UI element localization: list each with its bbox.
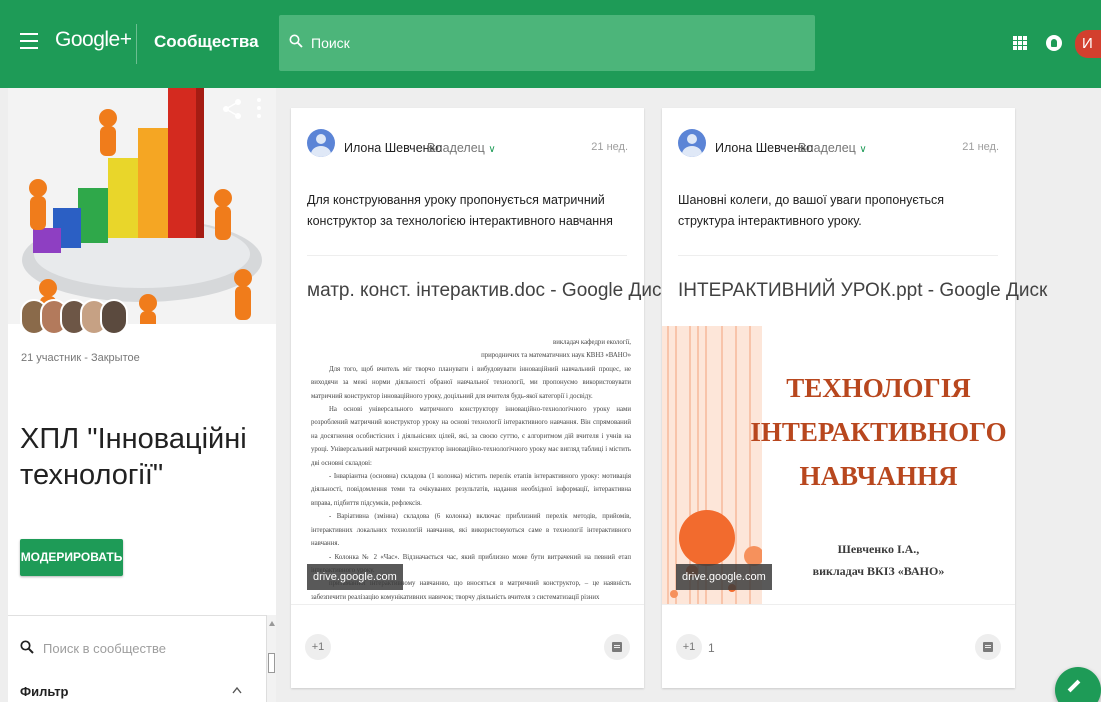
moderate-button[interactable]: МОДЕРИРОВАТЬ <box>20 539 123 576</box>
hamburger-menu-icon[interactable] <box>20 33 38 49</box>
source-badge[interactable]: drive.google.com <box>676 564 772 590</box>
link-title[interactable]: ІНТЕРАКТИВНИЙ УРОК.ppt - Google Диск <box>678 280 1047 302</box>
post-card: Илона Шевченко Владелец ∨ 21 нед. Шановн… <box>662 108 1047 688</box>
google-plus-logo[interactable]: Google+ <box>55 28 132 52</box>
slide-title-line: ТЕХНОЛОГІЯ <box>786 373 971 403</box>
search-box[interactable]: Поиск <box>279 15 815 71</box>
community-search-input[interactable] <box>43 637 243 659</box>
plus-one-count: 1 <box>708 641 715 655</box>
slide-author: Шевченко І.А., викладач ВКІЗ «ВАНО» <box>742 538 1015 582</box>
chevron-down-icon: ∨ <box>859 144 867 155</box>
scrollbar-thumb[interactable] <box>268 653 275 673</box>
doc-paragraph: На основі універсального матричного конс… <box>311 406 631 467</box>
doc-paragraph: - Варіативна (змінна) складова (6 колонк… <box>311 513 631 548</box>
doc-paragraph: - Інваріантна (основна) складова (1 коло… <box>311 473 631 507</box>
section-title[interactable]: Сообщества <box>154 32 259 52</box>
document-preview[interactable]: викладач кафедри екології, природничих т… <box>291 326 644 604</box>
scrollbar[interactable] <box>266 615 276 702</box>
notifications-icon[interactable] <box>1046 35 1062 51</box>
post-role[interactable]: Владелец ∨ <box>427 141 496 155</box>
post-card: Илона Шевченко Владелец ∨ 21 нед. Для ко… <box>291 108 670 688</box>
member-count[interactable]: 21 участник - Закрытое <box>21 352 140 364</box>
divider <box>8 615 266 616</box>
create-post-button[interactable] <box>1055 667 1101 702</box>
link-title[interactable]: матр. конст. інтерактив.doc - Google Дис… <box>307 280 670 302</box>
doc-line: природничих та математичних наук КВНЗ «В… <box>481 352 631 360</box>
divider <box>662 604 1015 605</box>
pencil-icon <box>1067 679 1081 693</box>
slide-title: ТЕХНОЛОГІЯ ІНТЕРАКТИВНОГО НАВЧАННЯ <box>742 366 1015 498</box>
community-title: ХПЛ "Інноваційні технології" <box>20 423 247 491</box>
role-label: Владелец <box>798 141 856 155</box>
doc-line: викладач кафедри екології, <box>553 339 631 346</box>
post-time[interactable]: 21 нед. <box>591 141 628 153</box>
author-avatar[interactable] <box>678 129 706 157</box>
search-icon <box>289 34 303 48</box>
comment-icon <box>612 642 622 652</box>
doc-paragraph: Для того, щоб вчитель міг творчо планува… <box>311 365 631 400</box>
post-role[interactable]: Владелец ∨ <box>798 141 867 155</box>
scroll-up-arrow-icon[interactable] <box>269 621 275 626</box>
more-vert-icon[interactable] <box>256 98 262 120</box>
slide-author-line: викладач ВКІЗ «ВАНО» <box>812 564 945 578</box>
divider <box>291 604 644 605</box>
share-icon[interactable] <box>221 98 243 120</box>
user-avatar[interactable]: И <box>1075 30 1101 58</box>
presentation-preview[interactable]: ТЕХНОЛОГІЯ ІНТЕРАКТИВНОГО НАВЧАННЯ Шевче… <box>662 326 1015 604</box>
divider <box>678 255 998 256</box>
top-app-bar: Google+ Сообщества Поиск И <box>0 0 1101 88</box>
apps-grid-icon[interactable] <box>1013 36 1027 50</box>
slide-author-line: Шевченко І.А., <box>837 542 920 556</box>
plus-one-button[interactable]: +1 <box>676 634 702 660</box>
search-icon <box>20 640 34 654</box>
topbar-divider <box>136 24 137 64</box>
post-text: Шановні колеги, до вашої уваги пропонуєт… <box>678 193 945 228</box>
community-card: 21 участник - Закрытое ХПЛ "Інноваційні … <box>8 88 276 702</box>
plus-one-button[interactable]: +1 <box>305 634 331 660</box>
author-avatar[interactable] <box>307 129 335 157</box>
slide-title-line: НАВЧАННЯ <box>799 461 958 491</box>
comment-button[interactable] <box>604 634 630 660</box>
chevron-down-icon: ∨ <box>488 144 496 155</box>
divider <box>307 255 627 256</box>
post-time[interactable]: 21 нед. <box>962 141 999 153</box>
role-label: Владелец <box>427 141 485 155</box>
source-badge[interactable]: drive.google.com <box>307 564 403 590</box>
cover-illustration <box>8 88 276 324</box>
community-cover-image <box>8 88 276 324</box>
chevron-up-icon[interactable] <box>232 686 242 694</box>
slide: ТЕХНОЛОГІЯ ІНТЕРАКТИВНОГО НАВЧАННЯ Шевче… <box>662 326 1015 604</box>
comment-icon <box>983 642 993 652</box>
search-placeholder: Поиск <box>311 35 350 51</box>
member-avatar[interactable] <box>100 299 128 335</box>
comment-button[interactable] <box>975 634 1001 660</box>
slide-title-line: ІНТЕРАКТИВНОГО <box>750 417 1007 447</box>
filter-label[interactable]: Фильтр <box>20 684 69 699</box>
post-text: Для конструювання уроку пропонується мат… <box>307 193 613 228</box>
